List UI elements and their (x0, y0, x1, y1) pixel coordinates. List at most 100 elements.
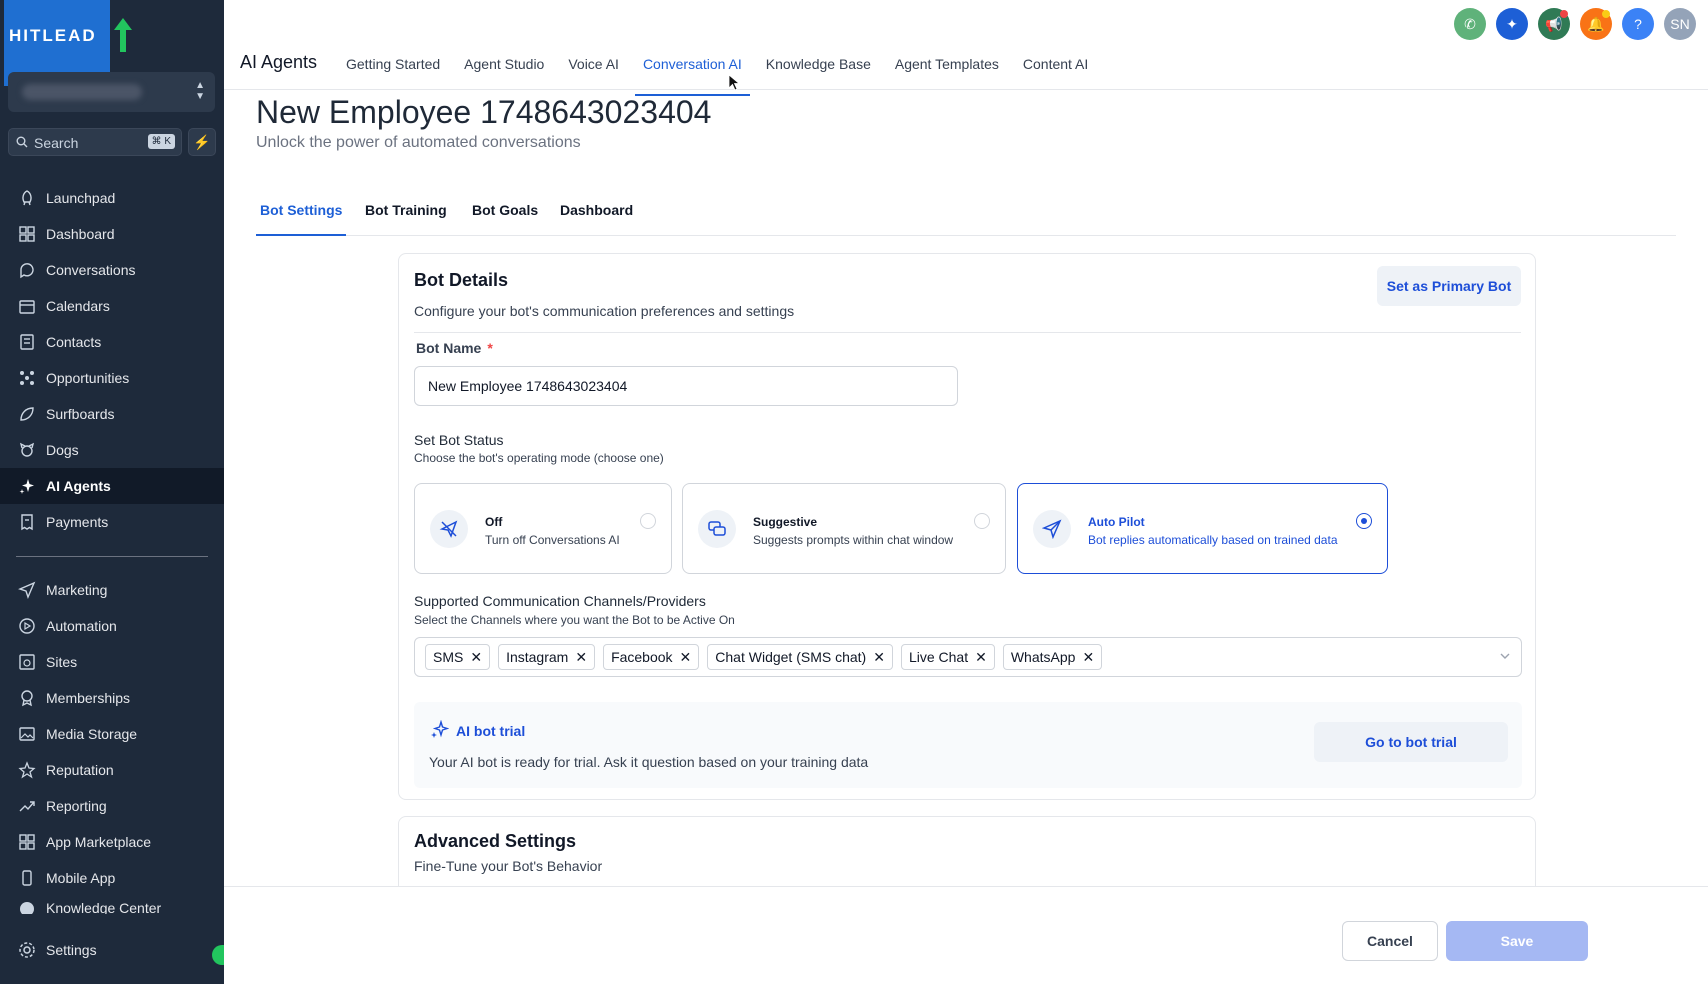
tab-agent-templates[interactable]: Agent Templates (895, 56, 999, 82)
sidebar-item-calendars[interactable]: Calendars (0, 288, 224, 324)
trend-icon (18, 797, 36, 815)
radio-suggestive[interactable] (974, 513, 990, 529)
sidebar-item-label: App Marketplace (46, 834, 152, 850)
sidebar-item-mobile-app[interactable]: Mobile App (0, 860, 224, 896)
quick-actions-button[interactable]: ⚡ (188, 128, 216, 156)
page-subtitle: Unlock the power of automated conversati… (256, 134, 581, 151)
notifications-button[interactable]: 🔔 (1580, 8, 1612, 40)
required-mark: * (487, 340, 493, 356)
sidebar-item-label: Marketing (46, 582, 108, 598)
set-primary-bot-button[interactable]: Set as Primary Bot (1377, 266, 1521, 306)
channel-chip: Instagram ✕ (498, 644, 596, 670)
tab-conversation-ai[interactable]: Conversation AI (634, 56, 750, 96)
megaphone-icon: 📢 (1545, 15, 1563, 32)
sidebar-item-contacts[interactable]: Contacts (0, 324, 224, 360)
help-icon: ? (1634, 16, 1642, 32)
sidebar-item-label: Surfboards (46, 406, 115, 422)
card-title: Bot Details (414, 270, 509, 290)
sidebar-item-knowledge-center[interactable]: Knowledge Center (0, 896, 224, 914)
go-to-bot-trial-button[interactable]: Go to bot trial (1314, 722, 1508, 762)
sidebar-item-label: Dogs (46, 442, 79, 458)
avatar[interactable]: SN (1664, 8, 1696, 40)
info-icon (18, 900, 36, 914)
sidebar-item-label: Opportunities (46, 370, 130, 386)
paper-plane-off-icon (430, 510, 468, 548)
sidebar-item-label: Media Storage (46, 726, 138, 742)
sidebar-item-memberships[interactable]: Memberships (0, 680, 224, 716)
channel-chip: SMS ✕ (425, 644, 491, 670)
sidebar-item-launchpad[interactable]: Launchpad (0, 180, 224, 216)
bot-name-input[interactable] (414, 366, 958, 406)
status-option-suggestive[interactable]: Suggestive Suggests prompts within chat … (682, 483, 1006, 574)
channel-chip-label: Live Chat (908, 649, 969, 665)
sidebar-item-conversations[interactable]: Conversations (0, 252, 224, 288)
sidebar-item-label: Conversations (46, 262, 136, 278)
cancel-button[interactable]: Cancel (1342, 921, 1438, 961)
phone-button[interactable]: ✆ (1454, 8, 1486, 40)
location-name-redacted (22, 84, 142, 100)
status-option-off[interactable]: Off Turn off Conversations AI (414, 483, 672, 574)
status-option-auto-pilot[interactable]: Auto Pilot Bot replies automatically bas… (1017, 483, 1388, 574)
sidebar-item-opportunities[interactable]: Opportunities (0, 360, 224, 396)
radio-auto-pilot[interactable] (1356, 513, 1372, 529)
location-switcher[interactable]: ▲ ▼ (8, 72, 215, 112)
chat-bubbles-icon (698, 510, 736, 548)
trial-title: AI bot trial (456, 723, 526, 739)
tab-getting-started[interactable]: Getting Started (346, 56, 440, 82)
ai-sparkle-button[interactable]: ✦ (1496, 8, 1528, 40)
tab-bot-settings[interactable]: Bot Settings (256, 202, 347, 236)
sidebar-item-label: Payments (46, 514, 109, 530)
remove-chip-icon[interactable]: ✕ (470, 649, 482, 666)
sidebar-search[interactable]: Search ⌘ K (8, 128, 182, 156)
channel-chip: Chat Widget (SMS chat) ✕ (707, 644, 893, 670)
sidebar-item-dogs[interactable]: Dogs (0, 432, 224, 468)
star-icon (18, 761, 36, 779)
sidebar-item-reputation[interactable]: Reputation (0, 752, 224, 788)
remove-chip-icon[interactable]: ✕ (975, 649, 987, 666)
bot-tabs: Bot Settings Bot Training Bot Goals Dashboa… (256, 202, 1676, 236)
sidebar-item-sites[interactable]: Sites (0, 644, 224, 680)
sidebar-item-media-storage[interactable]: Media Storage (0, 716, 224, 752)
chevron-down-icon (1500, 653, 1510, 659)
sidebar-item-label: Settings (46, 942, 97, 958)
globe-icon (18, 653, 36, 671)
tab-bot-goals[interactable]: Bot Goals (468, 202, 542, 236)
sidebar-item-surfboards[interactable]: Surfboards (0, 396, 224, 432)
sidebar-item-label: Reputation (46, 762, 114, 778)
tab-agent-studio[interactable]: Agent Studio (464, 56, 544, 82)
send-icon (18, 581, 36, 599)
chat-icon (18, 261, 36, 279)
sidebar-item-settings[interactable]: Settings (0, 932, 224, 968)
action-footer: Cancel Save (224, 886, 1708, 984)
tab-content-ai[interactable]: Content AI (1023, 56, 1088, 82)
sidebar-item-label: Sites (46, 654, 78, 670)
tab-voice-ai[interactable]: Voice AI (568, 56, 619, 82)
sidebar-divider (16, 556, 208, 557)
radio-off[interactable] (640, 513, 656, 529)
tab-knowledge-base[interactable]: Knowledge Base (766, 56, 871, 82)
remove-chip-icon[interactable]: ✕ (575, 649, 587, 666)
channels-multiselect[interactable]: SMS ✕ Instagram ✕ Facebook ✕ Chat Widget (SMS … (414, 637, 1522, 677)
remove-chip-icon[interactable]: ✕ (1082, 649, 1094, 666)
sidebar-item-marketing[interactable]: Marketing (0, 572, 224, 608)
channel-chip-label: Chat Widget (SMS chat) (715, 649, 867, 665)
sidebar-item-dashboard[interactable]: Dashboard (0, 216, 224, 252)
grid-icon (18, 225, 36, 243)
sidebar-item-payments[interactable]: Payments (0, 504, 224, 540)
save-button[interactable]: Save (1446, 921, 1588, 961)
sidebar-item-app-marketplace[interactable]: App Marketplace (0, 824, 224, 860)
remove-chip-icon[interactable]: ✕ (680, 649, 692, 666)
sidebar-item-automation[interactable]: Automation (0, 608, 224, 644)
announcements-button[interactable]: 📢 (1538, 8, 1570, 40)
status-option-title: Suggestive (753, 515, 818, 529)
tab-dashboard[interactable]: Dashboard (556, 202, 637, 236)
network-icon (18, 369, 36, 387)
sidebar-item-ai-agents[interactable]: AI Agents (0, 468, 224, 504)
sidebar-item-label: Calendars (46, 298, 110, 314)
phone-icon: ✆ (1464, 15, 1476, 32)
remove-chip-icon[interactable]: ✕ (873, 649, 885, 666)
search-label: Search (34, 135, 79, 151)
sidebar-item-reporting[interactable]: Reporting (0, 788, 224, 824)
help-button[interactable]: ? (1622, 8, 1654, 40)
tab-bot-training[interactable]: Bot Training (361, 202, 451, 236)
